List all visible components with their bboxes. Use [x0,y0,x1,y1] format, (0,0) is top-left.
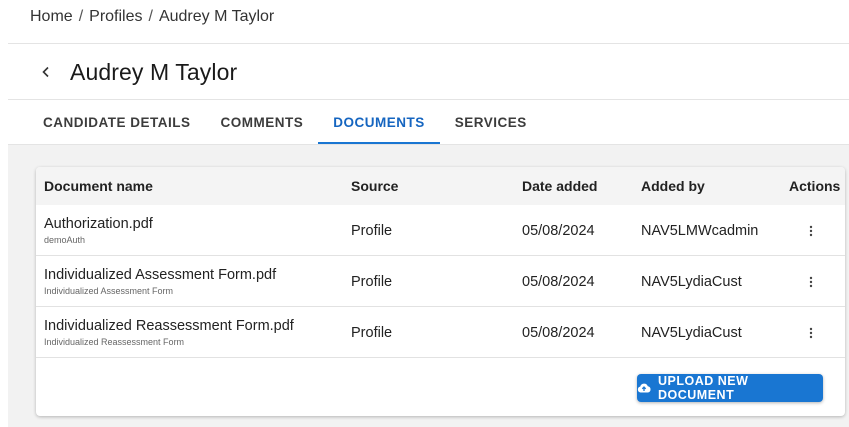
breadcrumb-current: Audrey M Taylor [158,8,275,25]
actions-cell [801,205,821,256]
divider [8,43,849,44]
document-name[interactable]: Authorization.pdf [44,216,153,232]
column-header-date-added[interactable]: Date added [522,167,597,205]
date-added-cell: 05/08/2024 [522,324,595,341]
added-by-cell: NAV5LydiaCust [641,273,742,290]
page-title: Audrey M Taylor [70,58,238,85]
column-header-actions: Actions [789,178,841,194]
table-row[interactable]: Individualized Assessment Form.pdf Indiv… [36,256,845,307]
breadcrumb-home[interactable]: Home [30,8,73,26]
column-header-document-name[interactable]: Document name [44,167,153,205]
table-header: Document name Source Date added Added by… [36,167,845,205]
tab-documents[interactable]: DOCUMENTS [318,100,440,144]
breadcrumb-separator: / [148,8,153,25]
source-cell: Profile [351,222,393,239]
document-name[interactable]: Individualized Assessment Form.pdf [44,267,276,283]
upload-button-label: UPLOAD NEW DOCUMENT [658,374,749,402]
document-description: Individualized Reassessment Form [44,337,185,347]
documents-card: Document name Source Date added Added by… [36,167,845,416]
breadcrumb-profiles[interactable]: Profiles [89,8,142,26]
cloud-upload-icon [637,383,651,393]
breadcrumb: Home / Profiles / Audrey M Taylor [30,8,274,26]
added-by-cell: NAV5LydiaCust [641,324,742,341]
more-vert-icon[interactable] [801,323,821,343]
document-description: Individualized Assessment Form [44,286,174,296]
added-by-cell: NAV5LMWcadmin [641,222,759,239]
breadcrumb-separator: / [78,8,84,25]
column-header-added-by[interactable]: Added by [641,167,705,205]
column-header-source[interactable]: Source [351,167,398,205]
chevron-left-icon[interactable] [36,62,56,82]
source-cell: Profile [351,273,393,290]
more-vert-icon[interactable] [801,221,821,241]
date-added-cell: 05/08/2024 [522,222,595,239]
more-vert-icon[interactable] [801,272,821,292]
tab-candidate-details[interactable]: CANDIDATE DETAILS [28,100,206,144]
actions-cell [801,307,821,358]
document-name[interactable]: Individualized Reassessment Form.pdf [44,318,294,334]
document-name-cell: Individualized Assessment Form.pdf Indiv… [44,256,276,307]
tab-services[interactable]: SERVICES [440,100,542,144]
document-name-cell: Individualized Reassessment Form.pdf Ind… [44,307,294,358]
tab-comments[interactable]: COMMENTS [206,100,319,144]
upload-new-document-button[interactable]: UPLOAD NEW DOCUMENT [637,374,823,402]
actions-cell [801,256,821,307]
table-row[interactable]: Authorization.pdf demoAuth Profile 05/08… [36,205,845,256]
page-header: Audrey M Taylor [36,56,237,88]
source-cell: Profile [351,324,393,341]
tab-bar: CANDIDATE DETAILS COMMENTS DOCUMENTS SER… [28,100,542,144]
document-name-cell: Authorization.pdf demoAuth [44,205,153,256]
document-description: demoAuth [44,235,86,245]
date-added-cell: 05/08/2024 [522,273,595,290]
table-row[interactable]: Individualized Reassessment Form.pdf Ind… [36,307,845,358]
